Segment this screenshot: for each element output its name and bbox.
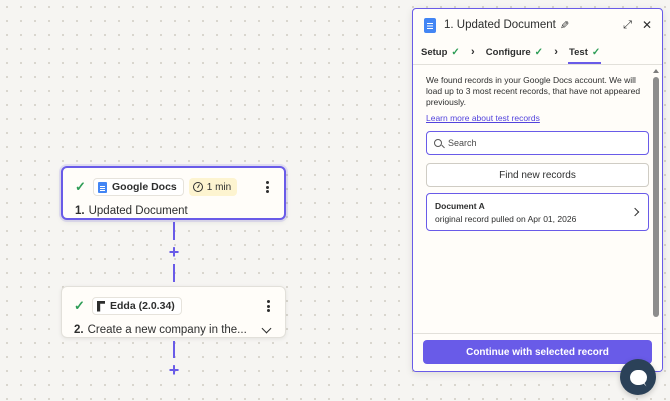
connector-line: [173, 341, 175, 358]
step-card-updated-document[interactable]: ✓ Google Docs 1 min 1. Updated Document: [61, 166, 286, 220]
step-number: 1.: [75, 205, 85, 217]
app-name: Edda (2.0.34): [110, 300, 175, 312]
tab-label: Test: [569, 46, 588, 58]
record-title: Document A: [435, 200, 485, 211]
close-icon[interactable]: ✕: [642, 18, 652, 32]
check-icon: ✓: [534, 46, 544, 58]
step-card-create-company[interactable]: ✓ Edda (2.0.34) 2. Create a new company …: [61, 286, 286, 338]
search-icon: [434, 139, 442, 147]
search-input[interactable]: [448, 138, 628, 148]
learn-more-link[interactable]: Learn more about test records: [426, 113, 540, 123]
tab-setup[interactable]: Setup ✓: [420, 40, 461, 64]
app-name: Google Docs: [112, 181, 177, 193]
app-chip-google-docs: Google Docs: [93, 178, 184, 196]
intro-text: We found records in your Google Docs acc…: [426, 75, 641, 107]
panel-title: 1. Updated Document: [444, 19, 556, 31]
chat-support-button[interactable]: [620, 359, 656, 395]
time-badge: 1 min: [188, 178, 238, 196]
chevron-right-icon: ›: [470, 46, 475, 58]
find-new-records-button[interactable]: Find new records: [426, 163, 649, 187]
check-icon: ✓: [74, 298, 85, 313]
panel-header: 1. Updated Document ✎ ⤢ ✕: [413, 9, 662, 41]
step-title: 2. Create a new company in the...: [74, 323, 273, 336]
check-icon: ✓: [75, 179, 86, 194]
tab-label: Setup: [421, 46, 448, 58]
expand-icon[interactable]: ⤢: [623, 19, 632, 32]
tab-test[interactable]: Test ✓: [568, 40, 602, 64]
step-details-panel: 1. Updated Document ✎ ⤢ ✕ Setup ✓ › Conf…: [412, 8, 663, 372]
step-title-text: Updated Document: [88, 205, 188, 217]
step-title-text: Create a new company in the...: [87, 324, 247, 336]
continue-button[interactable]: Continue with selected record: [423, 340, 652, 364]
more-options-icon[interactable]: [263, 299, 273, 313]
connector-line: [173, 222, 175, 240]
time-label: 1 min: [206, 181, 232, 193]
google-docs-icon: [424, 17, 436, 33]
edda-icon: [97, 300, 105, 312]
tab-label: Configure: [485, 46, 531, 58]
check-icon: ✓: [591, 46, 601, 58]
edit-pencil-icon[interactable]: ✎: [560, 19, 569, 32]
add-step-plus-icon[interactable]: +: [166, 361, 182, 379]
record-item[interactable]: Document A original record pulled on Apr…: [426, 193, 649, 231]
step-number: 2.: [74, 324, 84, 336]
app-chip-edda: Edda (2.0.34): [92, 297, 182, 315]
panel-tabs: Setup ✓ › Configure ✓ › Test ✓: [413, 41, 662, 65]
scroll-thumb[interactable]: [653, 77, 659, 317]
record-subtitle: original record pulled on Apr 01, 2026: [435, 213, 577, 224]
google-docs-icon: [98, 181, 107, 193]
step-title: 1. Updated Document: [75, 205, 272, 217]
chat-icon: [629, 369, 647, 385]
check-icon: ✓: [451, 46, 460, 58]
connector-line: [173, 264, 175, 282]
chevron-right-icon: ›: [554, 46, 558, 58]
clock-icon: [192, 182, 203, 192]
chevron-down-icon[interactable]: [261, 323, 272, 333]
scroll-up-arrow-icon[interactable]: [653, 69, 659, 73]
chevron-right-icon: [630, 207, 640, 217]
search-field[interactable]: [426, 131, 649, 155]
panel-body: We found records in your Google Docs acc…: [413, 65, 662, 333]
tab-configure[interactable]: Configure ✓: [485, 40, 544, 64]
more-options-icon[interactable]: [262, 180, 272, 194]
add-step-plus-icon[interactable]: +: [166, 243, 182, 261]
scrollbar[interactable]: [652, 69, 660, 337]
